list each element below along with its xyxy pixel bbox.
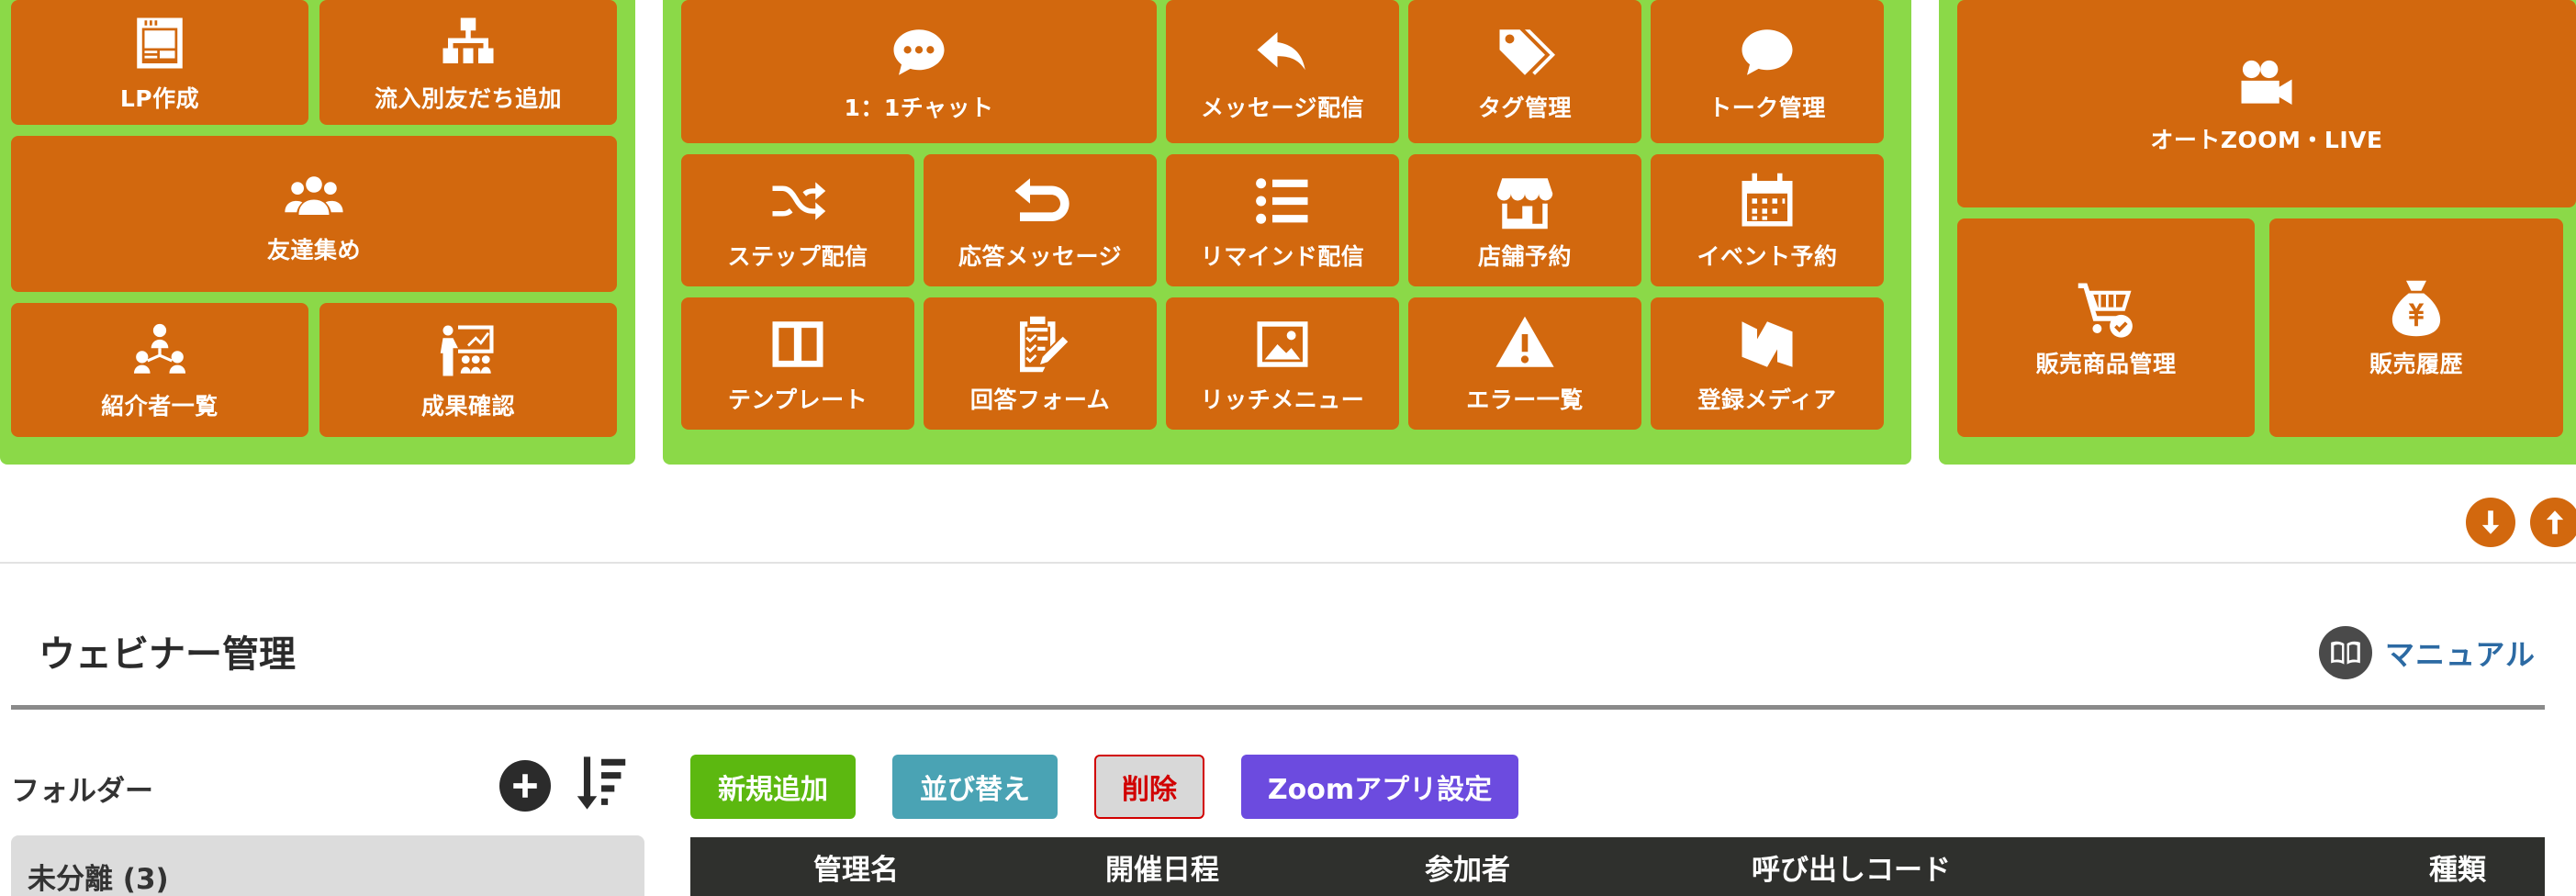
- page-title: ウェビナー管理: [39, 633, 296, 676]
- org-chart-icon: [438, 11, 498, 75]
- tile-product-management[interactable]: 販売商品管理: [1957, 218, 2255, 437]
- scroll-down-button[interactable]: [2466, 498, 2515, 547]
- tile-friend-collect[interactable]: 友達集め: [11, 136, 617, 292]
- column-header-schedule[interactable]: 開催日程: [1105, 846, 1219, 888]
- tile-talk[interactable]: トーク管理: [1651, 0, 1884, 143]
- tile-tags[interactable]: タグ管理: [1408, 0, 1641, 143]
- tile-label: ステップ配信: [727, 243, 868, 270]
- tile-referrers[interactable]: 紹介者一覧: [11, 303, 308, 437]
- tile-store-booking[interactable]: 店舗予約: [1408, 154, 1641, 286]
- plus-icon: [513, 774, 537, 798]
- store-icon: [1495, 169, 1555, 233]
- column-header-name[interactable]: 管理名: [813, 846, 899, 888]
- tags-icon: [1495, 20, 1555, 84]
- folder-item-unsorted[interactable]: 未分離 (3): [11, 835, 644, 896]
- tile-label: 販売商品管理: [2035, 351, 2177, 377]
- folder-heading: フォルダー: [11, 775, 153, 808]
- zoom-app-settings-button[interactable]: Zoomアプリ設定: [1241, 755, 1518, 819]
- tile-label: タグ管理: [1477, 95, 1572, 121]
- table-header: 管理名 開催日程 参加者 呼び出しコード 種類: [690, 837, 2545, 896]
- arrow-down-icon: [2481, 510, 2500, 534]
- tile-label: 友達集め: [266, 237, 361, 263]
- chat-dots-icon: [889, 20, 949, 84]
- reply-arrow-icon: [1252, 20, 1313, 84]
- tile-label: オートZOOM・LIVE: [2150, 127, 2383, 153]
- menu-panel-right: オートZOOM・LIVE 販売商品管理 販売履歴: [1939, 0, 2576, 465]
- header-divider: [11, 705, 2545, 710]
- network-people-icon: [129, 319, 190, 383]
- warning-icon: [1495, 312, 1555, 376]
- image-icon: [1252, 312, 1313, 376]
- tile-inflow-friends[interactable]: 流入別友だち追加: [319, 0, 617, 125]
- tile-registered-media[interactable]: 登録メディア: [1651, 297, 1884, 430]
- shopping-cart-icon: [2076, 276, 2136, 341]
- column-header-participants[interactable]: 参加者: [1425, 846, 1510, 888]
- arrow-up-icon: [2546, 510, 2564, 534]
- presentation-icon: [438, 319, 498, 383]
- tile-label: LP作成: [119, 85, 200, 112]
- tile-label: 販売履歴: [2369, 351, 2463, 377]
- sort-folders-button[interactable]: [575, 755, 628, 815]
- return-arrow-icon: [1010, 169, 1070, 233]
- tile-label: 店舗予約: [1477, 243, 1572, 270]
- tile-auto-zoom-live[interactable]: オートZOOM・LIVE: [1957, 0, 2576, 207]
- columns-icon: [767, 312, 828, 376]
- group-people-icon: [284, 162, 344, 227]
- money-bag-icon: [2386, 276, 2447, 341]
- tile-label: 1：1チャット: [844, 95, 994, 121]
- tile-error-list[interactable]: エラー一覧: [1408, 297, 1641, 430]
- shuffle-icon: [767, 169, 828, 233]
- add-folder-button[interactable]: [499, 760, 551, 812]
- tile-label: 流入別友だち追加: [374, 85, 562, 112]
- tile-label: 登録メディア: [1697, 386, 1837, 413]
- tile-label: トーク管理: [1708, 95, 1826, 121]
- tile-label: イベント予約: [1697, 243, 1838, 270]
- calendar-icon: [1737, 169, 1798, 233]
- lp-page-icon: [129, 11, 190, 75]
- speech-bubble-icon: [1737, 20, 1798, 84]
- tile-label: 応答メッセージ: [958, 243, 1122, 270]
- tile-reminder[interactable]: リマインド配信: [1166, 154, 1399, 286]
- tile-label: 回答フォーム: [969, 386, 1111, 413]
- clipboard-pen-icon: [1010, 312, 1070, 376]
- sort-descending-icon: [577, 756, 626, 810]
- tile-template[interactable]: テンプレート: [681, 297, 914, 430]
- tile-label: エラー一覧: [1466, 386, 1584, 413]
- manual-label: マニュアル: [2385, 637, 2537, 672]
- tile-label: テンプレート: [727, 386, 868, 413]
- list-icon: [1252, 169, 1313, 233]
- tile-label: リマインド配信: [1200, 243, 1365, 270]
- tile-label: メッセージ配信: [1200, 95, 1364, 121]
- delete-button[interactable]: 削除: [1094, 755, 1204, 819]
- manual-link[interactable]: マニュアル: [2319, 626, 2536, 679]
- tile-label: 成果確認: [420, 393, 515, 420]
- tile-label: リッチメニュー: [1200, 386, 1365, 413]
- tile-step-delivery[interactable]: ステップ配信: [681, 154, 914, 286]
- add-new-button[interactable]: 新規追加: [690, 755, 856, 819]
- tile-auto-reply[interactable]: 応答メッセージ: [924, 154, 1157, 286]
- scroll-up-button[interactable]: [2530, 498, 2576, 547]
- reorder-button[interactable]: 並び替え: [892, 755, 1058, 819]
- column-header-call-code[interactable]: 呼び出しコード: [1752, 846, 1951, 888]
- tile-message-delivery[interactable]: メッセージ配信: [1166, 0, 1399, 143]
- tile-event-booking[interactable]: イベント予約: [1651, 154, 1884, 286]
- tile-chat[interactable]: 1：1チャット: [681, 0, 1157, 143]
- tile-sales-history[interactable]: 販売履歴: [2269, 218, 2563, 437]
- tile-results[interactable]: 成果確認: [319, 303, 617, 437]
- column-header-type[interactable]: 種類: [2429, 846, 2486, 888]
- book-icon: [2319, 626, 2372, 679]
- divider: [0, 562, 2576, 564]
- tile-answer-form[interactable]: 回答フォーム: [924, 297, 1157, 430]
- tile-lp[interactable]: LP作成: [11, 0, 308, 125]
- media-logo-icon: [1737, 312, 1798, 376]
- menu-panel-left: LP作成 流入別友だち追加 友達集め 紹介者一覧 成果確認: [0, 0, 635, 465]
- tile-rich-menu[interactable]: リッチメニュー: [1166, 297, 1399, 430]
- menu-panel-middle: 1：1チャット 50 メッセージ配信 タグ管理 トーク管理 ステップ配信 応答メ…: [663, 0, 1911, 465]
- tile-label: 紹介者一覧: [101, 393, 218, 420]
- video-camera-icon: [2236, 52, 2297, 117]
